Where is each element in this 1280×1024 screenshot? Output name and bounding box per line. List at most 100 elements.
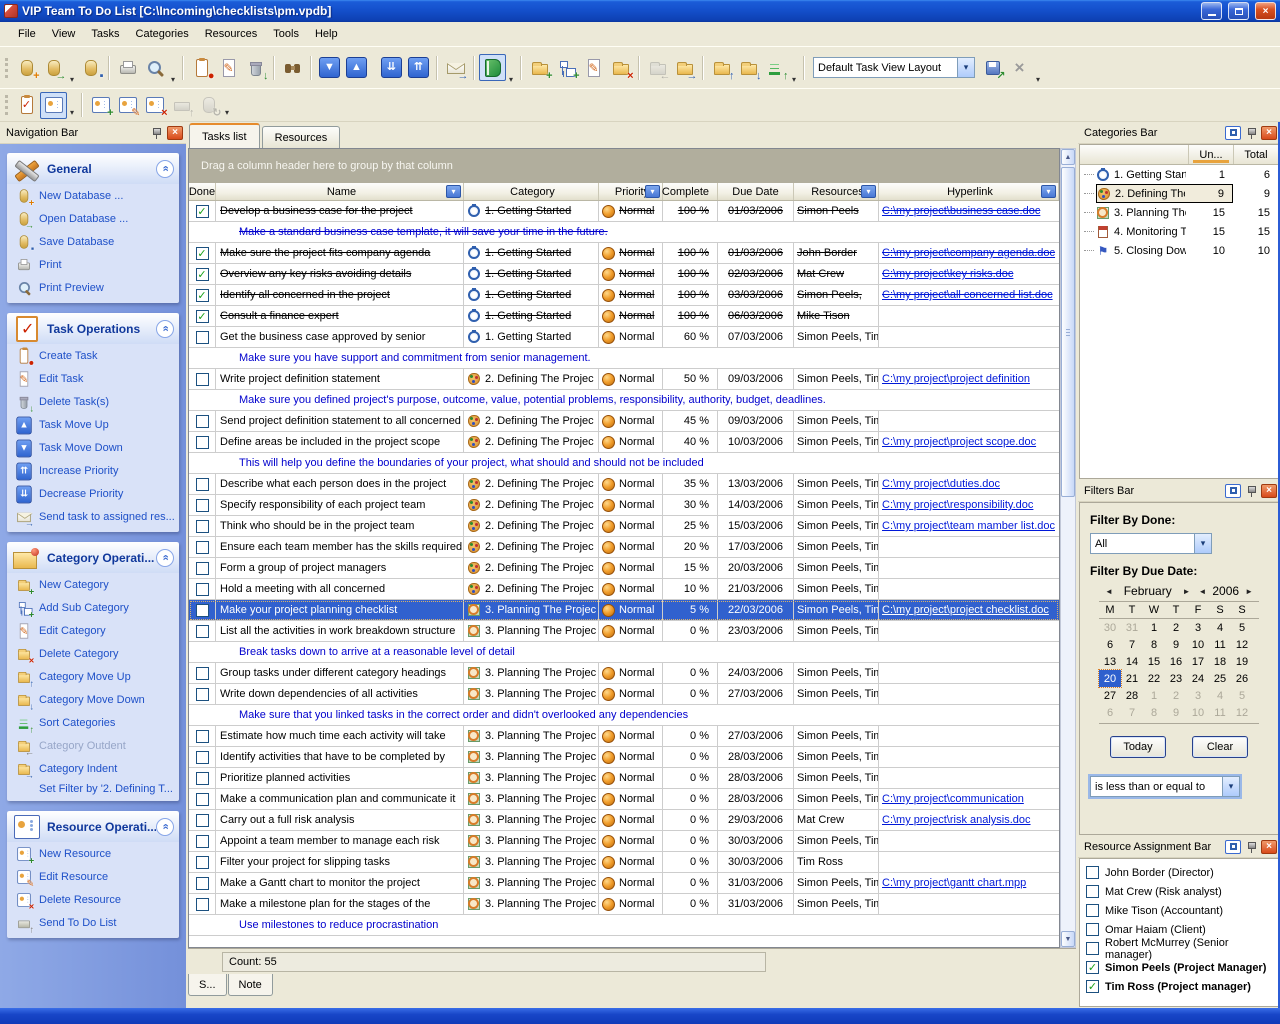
task-view-layout-combo[interactable]: Default Task View Layout▾ (813, 57, 975, 78)
dropdown-arrow-icon[interactable]: ▾ (168, 75, 178, 84)
sidebar-item-new-database[interactable]: +New Database ... (7, 184, 179, 207)
next-month-icon[interactable]: ► (1179, 587, 1195, 596)
task-row[interactable]: ✓Overview any key risks avoiding details… (189, 264, 1059, 285)
chevron-down-icon[interactable]: ▾ (957, 58, 974, 77)
sort-categories-button[interactable]: ↑ (762, 54, 789, 81)
calendar-day[interactable]: 14 (1121, 653, 1143, 670)
task-row[interactable]: Ensure each team member has the skills r… (189, 537, 1059, 558)
menu-file[interactable]: File (10, 24, 44, 44)
hyperlink[interactable]: C:\my project\key risks.doc (882, 268, 1013, 280)
sidebar-item-sort-categories[interactable]: ↑Sort Categories (7, 711, 179, 734)
hyperlink[interactable]: C:\my project\project checklist.doc (882, 604, 1049, 616)
delete-resource-button[interactable]: × (141, 92, 168, 119)
done-checkbox[interactable] (196, 751, 209, 764)
create-task-button[interactable]: ● (188, 54, 215, 81)
calendar-day[interactable]: 8 (1143, 704, 1165, 721)
task-row[interactable]: Think who should be in the project team2… (189, 516, 1059, 537)
column-header-complete[interactable]: Complete (663, 183, 718, 200)
dropdown-arrow-icon[interactable]: ▾ (1033, 75, 1043, 84)
calendar-day[interactable]: 2 (1165, 619, 1187, 636)
calendar-day[interactable]: 23 (1165, 670, 1187, 687)
add-sub-category-button[interactable]: + (553, 54, 580, 81)
calendar-day[interactable]: 17 (1187, 653, 1209, 670)
task-row[interactable]: Make a communication plan and communicat… (189, 789, 1059, 810)
calendar-day[interactable]: 11 (1209, 704, 1231, 721)
calendar-day[interactable]: 6 (1099, 636, 1121, 653)
calendar-day[interactable]: 26 (1231, 670, 1253, 687)
resource-checkbox[interactable] (1086, 942, 1099, 955)
send-task-button[interactable]: → (442, 54, 469, 81)
resource-checkbox[interactable] (1086, 866, 1099, 879)
nav-section-header-task-operations[interactable]: Task Operations« (7, 313, 179, 344)
scrollbar-thumb[interactable] (1061, 167, 1075, 497)
sidebar-item-task-move-up[interactable]: ▲Task Move Up (7, 413, 179, 436)
close-icon[interactable]: × (1261, 126, 1277, 140)
calendar-day[interactable]: 28 (1121, 687, 1143, 704)
collapse-chevron-icon[interactable]: « (156, 549, 174, 567)
calendar-day-selected[interactable]: 20 (1099, 670, 1121, 687)
open-database-button[interactable]: → (40, 54, 67, 81)
task-row[interactable]: Specify responsibility of each project t… (189, 495, 1059, 516)
category-tree-item-5-closing-down[interactable]: ⚑5. Closing Down1010 (1080, 241, 1278, 260)
done-checkbox[interactable] (196, 415, 209, 428)
sidebar-item-print[interactable]: Print (7, 253, 179, 276)
category-tree-item-3-planning-the[interactable]: 3. Planning The1515 (1080, 203, 1278, 222)
collapse-chevron-icon[interactable]: « (156, 320, 174, 338)
sidebar-item-new-resource[interactable]: +New Resource (7, 842, 179, 865)
done-checkbox[interactable] (196, 499, 209, 512)
dropdown-arrow-icon[interactable]: ▾ (67, 108, 77, 117)
filter-dropdown-icon[interactable]: ▾ (861, 185, 876, 198)
hyperlink[interactable]: C:\my project\gantt chart.mpp (882, 877, 1026, 889)
calendar-day[interactable]: 11 (1209, 636, 1231, 653)
hyperlink[interactable]: C:\my project\business case.doc (882, 205, 1040, 217)
restore-button[interactable] (1228, 2, 1249, 20)
sidebar-item-create-task[interactable]: ●Create Task (7, 344, 179, 367)
calendar-day[interactable]: 21 (1121, 670, 1143, 687)
done-checkbox[interactable]: ✓ (196, 205, 209, 218)
clear-button[interactable]: Clear (1192, 736, 1248, 758)
edit-category-button[interactable]: ✎ (580, 54, 607, 81)
sidebar-item-send-task-to-assigned-res[interactable]: →Send task to assigned res... (7, 505, 179, 528)
sidebar-item-new-category[interactable]: +New Category (7, 573, 179, 596)
close-icon[interactable]: × (167, 126, 183, 140)
hyperlink[interactable]: C:\my project\project definition (882, 373, 1030, 385)
dropdown-arrow-icon[interactable]: ▾ (67, 75, 77, 84)
calendar-day[interactable]: 7 (1121, 636, 1143, 653)
chevron-down-icon[interactable]: ▾ (1222, 777, 1239, 796)
calendar-day[interactable]: 10 (1187, 704, 1209, 721)
sidebar-item-send-to-do-list[interactable]: ↑Send To Do List (7, 911, 179, 934)
menu-help[interactable]: Help (307, 24, 346, 44)
sidebar-item-delete-task-s[interactable]: ↓Delete Task(s) (7, 390, 179, 413)
sidebar-item-delete-category[interactable]: ×Delete Category (7, 642, 179, 665)
bottom-tab-s[interactable]: S... (188, 974, 227, 996)
sidebar-item-category-move-down[interactable]: ↓Category Move Down (7, 688, 179, 711)
prev-month-icon[interactable]: ◄ (1101, 587, 1117, 596)
calendar-day[interactable]: 4 (1209, 619, 1231, 636)
resource-item-john-border-director[interactable]: John Border (Director) (1083, 863, 1275, 882)
menu-view[interactable]: View (44, 24, 84, 44)
resource-checkbox[interactable]: ✓ (1086, 980, 1099, 993)
task-row[interactable]: Form a group of project managers2. Defin… (189, 558, 1059, 579)
tab-tasks-list[interactable]: Tasks list (189, 123, 260, 148)
resource-checkbox[interactable] (1086, 923, 1099, 936)
menu-categories[interactable]: Categories (128, 24, 197, 44)
column-header-category[interactable]: Category (464, 183, 599, 200)
done-checkbox[interactable] (196, 583, 209, 596)
hyperlink[interactable]: C:\my project\team mamber list.doc (882, 520, 1055, 532)
calendar-day[interactable]: 8 (1143, 636, 1165, 653)
calendar-day[interactable]: 12 (1231, 636, 1253, 653)
collapse-chevron-icon[interactable]: « (156, 818, 174, 836)
calendar-day[interactable]: 9 (1165, 704, 1187, 721)
sidebar-item-set-filter-by-2-defining-t[interactable]: Set Filter by '2. Defining T... (7, 780, 179, 797)
next-year-icon[interactable]: ► (1241, 587, 1257, 596)
sidebar-item-print-preview[interactable]: Print Preview (7, 276, 179, 299)
category-move-down-button[interactable]: ↓ (735, 54, 762, 81)
pin-icon[interactable] (1243, 840, 1259, 854)
calendar-day[interactable]: 7 (1121, 704, 1143, 721)
resource-item-simon-peels-project-manager[interactable]: ✓Simon Peels (Project Manager) (1083, 958, 1275, 977)
resource-checkbox[interactable] (1086, 885, 1099, 898)
due-date-condition-select[interactable]: is less than or equal to ▾ (1090, 776, 1240, 797)
new-resource-button[interactable]: + (87, 92, 114, 119)
calendar-day[interactable]: 27 (1099, 687, 1121, 704)
done-checkbox[interactable] (196, 604, 209, 617)
